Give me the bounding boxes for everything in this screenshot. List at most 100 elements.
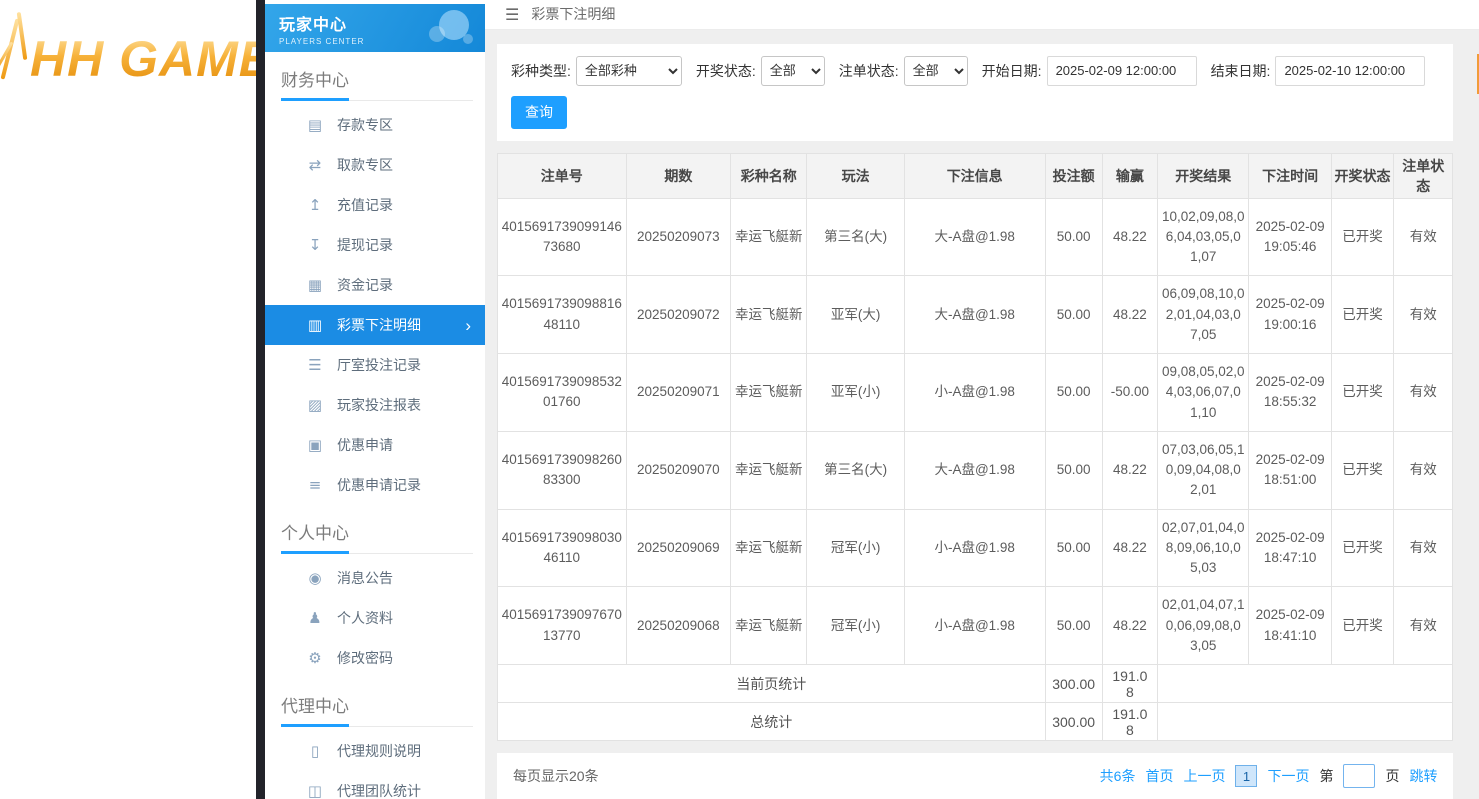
withdraw-icon: ⇄	[307, 156, 323, 174]
sidebar-item-lottery-bet-details[interactable]: ▥ 彩票下注明细 ›	[265, 305, 485, 345]
jump-button[interactable]: 跳转	[1409, 766, 1437, 786]
start-date-input[interactable]	[1047, 56, 1197, 86]
cell-bet-amount: 50.00	[1045, 198, 1102, 276]
bet-status-select[interactable]: 全部	[904, 56, 968, 86]
cell-bet-status: 有效	[1394, 276, 1453, 354]
cell-win-loss: 48.22	[1102, 276, 1157, 354]
deposit-icon: ▤	[307, 116, 323, 134]
cell-bet-no: 401569173909767013770	[498, 587, 627, 665]
table-row: 40156917390982608330020250209070幸运飞艇新第三名…	[498, 431, 1453, 509]
summary-row-current-page: 当前页统计 300.00 191.08	[498, 665, 1453, 703]
current-page-indicator[interactable]: 1	[1235, 765, 1257, 787]
game-controller-graphic	[417, 4, 475, 52]
filter-panel: 彩种类型: 全部彩种 开奖状态: 全部 注单状态:	[497, 44, 1453, 141]
sidebar-item-agent-team-stats[interactable]: ◫ 代理团队统计	[265, 771, 485, 799]
cell-play: 亚军(小)	[807, 354, 904, 432]
draw-status-select[interactable]: 全部	[761, 56, 825, 86]
next-page-link[interactable]: 下一页	[1267, 766, 1309, 786]
sidebar-item-funds-records[interactable]: ▦ 资金记录	[265, 265, 485, 305]
promo-apply-icon: ▣	[307, 436, 323, 454]
col-header-period: 期数	[626, 153, 730, 198]
cell-lottery-name: 幸运飞艇新	[731, 587, 807, 665]
page-size-text: 每页显示20条	[513, 766, 599, 786]
cell-bet-info: 小-A盘@1.98	[904, 354, 1045, 432]
query-button[interactable]: 查询	[511, 96, 567, 129]
section-title-finance: 财务中心	[281, 66, 473, 101]
section-title-personal: 个人中心	[281, 519, 473, 554]
cell-bet-status: 有效	[1394, 354, 1453, 432]
sidebar-item-label: 取款专区	[337, 155, 393, 175]
cell-bet-time: 2025-02-09 18:51:00	[1249, 431, 1331, 509]
col-header-draw-status: 开奖状态	[1331, 153, 1393, 198]
sidebar-item-change-password[interactable]: ⚙ 修改密码	[265, 638, 485, 678]
cell-period: 20250209071	[626, 354, 730, 432]
cell-bet-no: 401569173909826083300	[498, 431, 627, 509]
cell-bet-status: 有效	[1394, 587, 1453, 665]
sidebar-item-promo-apply[interactable]: ▣ 优惠申请	[265, 425, 485, 465]
sidebar-item-label: 优惠申请	[337, 435, 393, 455]
summary-empty	[1158, 703, 1453, 741]
col-header-draw-result: 开奖结果	[1158, 153, 1249, 198]
topbar: ☰ 彩票下注明细	[485, 0, 1479, 30]
summary-label: 总统计	[498, 703, 1046, 741]
cell-period: 20250209068	[626, 587, 730, 665]
cell-draw-result: 06,09,08,10,02,01,04,03,07,05	[1158, 276, 1249, 354]
cell-win-loss: 48.22	[1102, 431, 1157, 509]
announcement-icon: ◉	[307, 569, 323, 587]
table-header-row: 注单号 期数 彩种名称 玩法 下注信息 投注额 输赢 开奖结果 下注时间 开奖状…	[498, 153, 1453, 198]
sidebar-item-label: 玩家投注报表	[337, 395, 421, 415]
sidebar-item-profile[interactable]: ♟ 个人资料	[265, 598, 485, 638]
cell-bet-status: 有效	[1394, 431, 1453, 509]
cell-play: 亚军(大)	[807, 276, 904, 354]
cell-bet-info: 小-A盘@1.98	[904, 587, 1045, 665]
cell-bet-info: 大-A盘@1.98	[904, 198, 1045, 276]
lottery-type-select[interactable]: 全部彩种	[576, 56, 682, 86]
col-header-bet-time: 下注时间	[1249, 153, 1331, 198]
cell-bet-status: 有效	[1394, 198, 1453, 276]
total-count-text: 共6条	[1100, 766, 1136, 786]
end-date-input[interactable]	[1275, 56, 1425, 86]
sidebar-item-promo-apply-records[interactable]: ≡ 优惠申请记录	[265, 465, 485, 505]
sidebar-item-withdraw[interactable]: ⇄ 取款专区	[265, 145, 485, 185]
table-row: 40156917390976701377020250209068幸运飞艇新冠军(…	[498, 587, 1453, 665]
sidebar-item-withdrawal-records[interactable]: ↧ 提现记录	[265, 225, 485, 265]
cell-draw-result: 02,01,04,07,10,06,09,08,03,05	[1158, 587, 1249, 665]
cell-bet-amount: 50.00	[1045, 431, 1102, 509]
cell-bet-status: 有效	[1394, 509, 1453, 587]
sidebar-item-player-bet-report[interactable]: ▨ 玩家投注报表	[265, 385, 485, 425]
sidebar-item-label: 资金记录	[337, 275, 393, 295]
brand-area: HH GAME	[0, 0, 256, 799]
sidebar-item-recharge-records[interactable]: ↥ 充值记录	[265, 185, 485, 225]
sidebar-header: 玩家中心 PLAYERS CENTER	[265, 4, 485, 52]
section-title-agent: 代理中心	[281, 692, 473, 727]
table-row: 40156917390980304611020250209069幸运飞艇新冠军(…	[498, 509, 1453, 587]
cell-period: 20250209069	[626, 509, 730, 587]
change-password-icon: ⚙	[307, 649, 323, 667]
cell-bet-time: 2025-02-09 19:00:16	[1249, 276, 1331, 354]
funds-records-icon: ▦	[307, 276, 323, 294]
summary-empty	[1158, 665, 1453, 703]
cell-draw-result: 02,07,01,04,08,09,06,10,05,03	[1158, 509, 1249, 587]
draw-status-label: 开奖状态:	[696, 61, 756, 81]
prev-page-link[interactable]: 上一页	[1183, 766, 1225, 786]
table-row: 40156917390985320176020250209071幸运飞艇新亚军(…	[498, 354, 1453, 432]
agent-rules-icon: ▯	[307, 742, 323, 760]
cell-bet-no: 401569173909881648110	[498, 276, 627, 354]
sidebar-item-agent-rules[interactable]: ▯ 代理规则说明	[265, 731, 485, 771]
cell-bet-time: 2025-02-09 18:41:10	[1249, 587, 1331, 665]
page-jump-input[interactable]	[1343, 764, 1375, 788]
first-page-link[interactable]: 首页	[1145, 766, 1173, 786]
cell-bet-amount: 50.00	[1045, 587, 1102, 665]
cell-play: 冠军(小)	[807, 509, 904, 587]
sidebar-item-hall-bet-records[interactable]: ☰ 厅室投注记录	[265, 345, 485, 385]
sidebar-item-announcements[interactable]: ◉ 消息公告	[265, 558, 485, 598]
cell-win-loss: 48.22	[1102, 198, 1157, 276]
withdrawal-records-icon: ↧	[307, 236, 323, 254]
sidebar-item-deposit[interactable]: ▤ 存款专区	[265, 105, 485, 145]
col-header-play: 玩法	[807, 153, 904, 198]
cell-play: 第三名(大)	[807, 431, 904, 509]
hall-bet-records-icon: ☰	[307, 356, 323, 374]
sidebar-item-label: 消息公告	[337, 568, 393, 588]
menu-toggle-icon[interactable]: ☰	[505, 5, 519, 24]
cell-bet-time: 2025-02-09 19:05:46	[1249, 198, 1331, 276]
